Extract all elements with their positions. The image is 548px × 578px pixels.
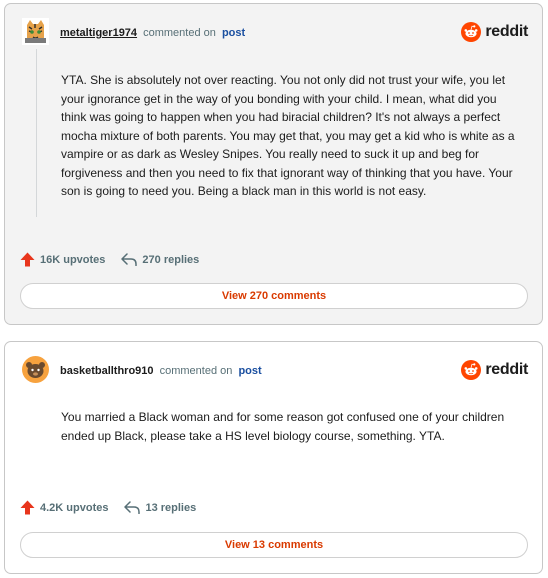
- reddit-snoo-icon: [461, 22, 482, 42]
- upvotes-stat[interactable]: 16K upvotes: [20, 252, 105, 267]
- upvote-arrow-icon: [20, 500, 35, 515]
- reddit-logo[interactable]: reddit: [461, 360, 528, 380]
- upvotes-stat[interactable]: 4.2K upvotes: [20, 500, 108, 515]
- replies-count: 270 replies: [142, 253, 200, 266]
- username[interactable]: basketballthro910: [60, 365, 154, 377]
- comment-header: basketballthro910 commented on post: [60, 365, 262, 377]
- comment-header: metaltiger1974 commented on post: [60, 27, 245, 39]
- comment-card: metaltiger1974 commented on post reddit …: [4, 3, 543, 325]
- comment-body: You married a Black woman and for some r…: [61, 410, 505, 443]
- reply-arrow-icon: [124, 501, 141, 514]
- thread-line: [36, 49, 37, 217]
- reddit-wordmark: reddit: [485, 361, 528, 378]
- replies-stat[interactable]: 13 replies: [124, 501, 196, 514]
- post-link[interactable]: post: [238, 365, 261, 377]
- comment-body: YTA. She is absolutely not over reacting…: [61, 73, 515, 198]
- post-link[interactable]: post: [222, 27, 245, 39]
- reddit-wordmark: reddit: [485, 23, 528, 40]
- comment-card: basketballthro910 commented on post redd…: [4, 341, 543, 574]
- avatar[interactable]: [22, 356, 49, 383]
- username[interactable]: metaltiger1974: [60, 27, 137, 39]
- comment-stats: 16K upvotes 270 replies: [20, 252, 199, 267]
- commented-on-text: commented on: [143, 27, 216, 39]
- upvote-arrow-icon: [20, 252, 35, 267]
- reddit-logo[interactable]: reddit: [461, 22, 528, 42]
- commented-on-text: commented on: [159, 365, 233, 377]
- snoo-avatar-icon: [22, 356, 49, 383]
- reddit-snoo-icon: [461, 360, 482, 380]
- avatar[interactable]: [22, 18, 49, 45]
- tiger-avatar-icon: [22, 18, 49, 45]
- replies-count: 13 replies: [145, 501, 197, 514]
- view-comments-button[interactable]: View 270 comments: [20, 283, 528, 309]
- upvotes-count: 16K upvotes: [40, 253, 106, 266]
- comment-stats: 4.2K upvotes 13 replies: [20, 500, 196, 515]
- upvotes-count: 4.2K upvotes: [40, 501, 109, 514]
- reply-arrow-icon: [121, 253, 138, 266]
- replies-stat[interactable]: 270 replies: [121, 253, 199, 266]
- view-comments-button[interactable]: View 13 comments: [20, 532, 528, 558]
